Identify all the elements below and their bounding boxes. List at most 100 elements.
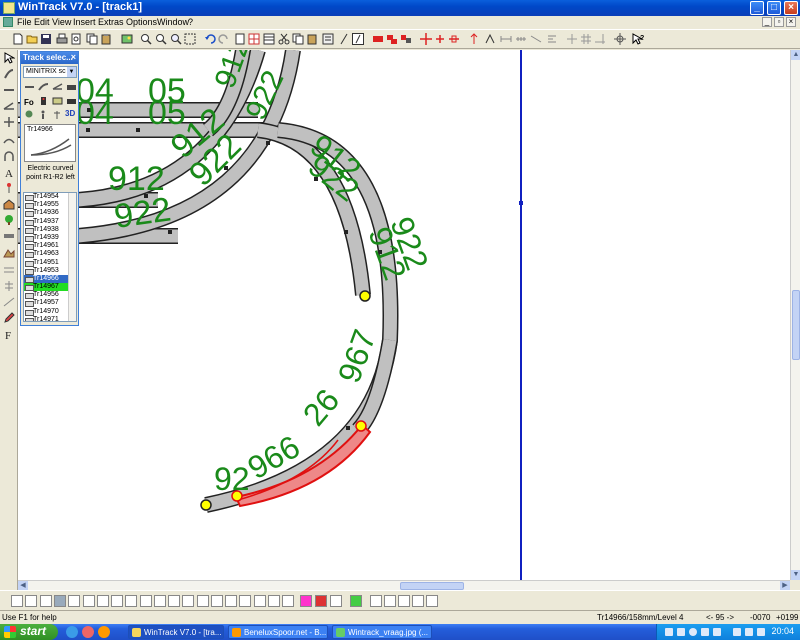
color-button[interactable] bbox=[315, 595, 327, 607]
manufacturer-select[interactable]: MINITRIX sc ▼ bbox=[23, 66, 77, 78]
help-cursor-icon[interactable]: ? bbox=[632, 33, 644, 45]
endpoint-marker[interactable] bbox=[200, 499, 212, 511]
snap-grid-icon[interactable] bbox=[580, 33, 592, 45]
layer-visible-button[interactable] bbox=[350, 595, 362, 607]
track-list[interactable]: Tr14954 Tr14955 Tr14936 Tr14937 Tr14938 Tr149… bbox=[23, 192, 77, 322]
layer-button[interactable] bbox=[154, 595, 166, 607]
menu-window[interactable]: Window bbox=[157, 17, 189, 27]
layer-button[interactable] bbox=[268, 595, 280, 607]
building-icon[interactable] bbox=[3, 198, 15, 210]
horizontal-scrollbar[interactable]: ◀ ▶ bbox=[18, 580, 790, 591]
track-connect-icon[interactable] bbox=[386, 33, 398, 45]
rotate-icon[interactable] bbox=[434, 33, 446, 45]
cut-icon[interactable] bbox=[278, 33, 290, 45]
print-icon[interactable] bbox=[56, 33, 68, 45]
car-icon[interactable] bbox=[66, 96, 77, 106]
layer-icon[interactable] bbox=[3, 264, 15, 276]
firefox-icon[interactable] bbox=[98, 626, 110, 638]
lamp-icon[interactable] bbox=[52, 110, 63, 120]
layer-button[interactable] bbox=[282, 595, 294, 607]
endpoint-marker[interactable] bbox=[355, 420, 367, 432]
menu-options[interactable]: Options bbox=[126, 17, 157, 27]
table-icon[interactable] bbox=[263, 33, 275, 45]
dimension-icon[interactable] bbox=[530, 33, 542, 45]
speaker-icon[interactable] bbox=[757, 628, 765, 636]
fo-icon[interactable]: Fo bbox=[24, 96, 35, 106]
menu-file[interactable]: File bbox=[17, 17, 32, 27]
document-icon[interactable] bbox=[3, 17, 13, 27]
tunnel-tool-icon[interactable] bbox=[3, 150, 15, 162]
media-pause-icon[interactable] bbox=[689, 628, 697, 636]
signal-icon[interactable] bbox=[3, 182, 15, 194]
menu-view[interactable]: View bbox=[52, 17, 71, 27]
menu-edit[interactable]: Edit bbox=[34, 17, 50, 27]
page-button[interactable] bbox=[384, 595, 396, 607]
crossing-tool-icon[interactable] bbox=[3, 116, 15, 128]
track-list-scrollbar[interactable] bbox=[68, 193, 76, 321]
height-icon[interactable] bbox=[468, 33, 480, 45]
person-icon[interactable] bbox=[38, 110, 49, 120]
snap-icon[interactable] bbox=[566, 33, 578, 45]
new-file-icon[interactable] bbox=[12, 33, 24, 45]
maximize-button[interactable]: □ bbox=[767, 1, 781, 15]
page-button[interactable] bbox=[370, 595, 382, 607]
layer-button[interactable] bbox=[168, 595, 180, 607]
endpoint-marker[interactable] bbox=[359, 290, 371, 302]
undo-icon[interactable] bbox=[204, 33, 216, 45]
switch-track-icon[interactable] bbox=[52, 82, 63, 92]
zoom-window-icon[interactable] bbox=[184, 33, 196, 45]
menu-extras[interactable]: Extras bbox=[98, 17, 124, 27]
page-button[interactable] bbox=[398, 595, 410, 607]
layer-button[interactable] bbox=[25, 595, 37, 607]
zoom-fit-icon[interactable] bbox=[170, 33, 182, 45]
security-icon[interactable] bbox=[745, 628, 753, 636]
media-next-icon[interactable] bbox=[701, 628, 709, 636]
image-icon[interactable] bbox=[121, 33, 133, 45]
close-button[interactable]: × bbox=[784, 1, 798, 15]
slash-tool-icon[interactable] bbox=[338, 33, 350, 45]
mdi-restore-button[interactable]: ▫ bbox=[774, 17, 784, 27]
page-button[interactable] bbox=[426, 595, 438, 607]
layer-button[interactable] bbox=[40, 595, 52, 607]
start-button[interactable]: start bbox=[0, 624, 58, 640]
straight-track-icon[interactable] bbox=[24, 82, 35, 92]
internet-explorer-icon[interactable] bbox=[66, 626, 78, 638]
volume-icon[interactable] bbox=[713, 628, 721, 636]
tree-small-icon[interactable] bbox=[24, 110, 35, 120]
line-tool-icon[interactable] bbox=[352, 33, 364, 45]
horizontal-scroll-thumb[interactable] bbox=[400, 582, 464, 590]
text-tool-icon[interactable] bbox=[484, 33, 496, 45]
layer-button[interactable] bbox=[111, 595, 123, 607]
taskbar-task-browser[interactable]: BeneluxSpoor.net - B... bbox=[228, 625, 328, 639]
scroll-up-button[interactable]: ▲ bbox=[791, 50, 800, 60]
ramp-icon[interactable] bbox=[3, 296, 15, 308]
copy-icon[interactable] bbox=[86, 33, 98, 45]
scroll-down-button[interactable]: ▼ bbox=[791, 570, 800, 580]
layer-button[interactable] bbox=[125, 595, 137, 607]
taskbar-task-image-viewer[interactable]: Wintrack_vraag.jpg (... bbox=[332, 625, 432, 639]
track-split-icon[interactable] bbox=[400, 33, 412, 45]
road-icon[interactable] bbox=[3, 230, 15, 242]
grid-icon[interactable] bbox=[248, 33, 260, 45]
layer-button[interactable] bbox=[97, 595, 109, 607]
color-button[interactable] bbox=[300, 595, 312, 607]
drawing-canvas[interactable]: .tr { fill: none; stroke: #222; stroke-w… bbox=[18, 50, 790, 580]
select-arrow-icon[interactable] bbox=[3, 52, 15, 64]
layer-button[interactable] bbox=[197, 595, 209, 607]
track-red-icon[interactable] bbox=[372, 33, 384, 45]
wagon-icon[interactable] bbox=[52, 96, 63, 106]
page-icon[interactable] bbox=[234, 33, 246, 45]
title-bar[interactable]: WinTrack V7.0 - [track1] _ □ × bbox=[0, 0, 800, 16]
zoom-in-icon[interactable] bbox=[140, 33, 152, 45]
zoom-out-icon[interactable] bbox=[155, 33, 167, 45]
layer-button[interactable] bbox=[239, 595, 251, 607]
mirror-icon[interactable] bbox=[448, 33, 460, 45]
divider-handle[interactable] bbox=[519, 201, 523, 205]
media-icon[interactable] bbox=[82, 626, 94, 638]
panel-title-bar[interactable]: Track selec... × bbox=[21, 52, 78, 64]
print-preview-icon[interactable] bbox=[70, 33, 82, 45]
pencil-icon[interactable] bbox=[3, 312, 15, 324]
vertical-scrollbar[interactable]: ▲ ▼ bbox=[790, 50, 800, 580]
curve-tool-icon[interactable] bbox=[3, 84, 15, 96]
layer-button[interactable] bbox=[140, 595, 152, 607]
